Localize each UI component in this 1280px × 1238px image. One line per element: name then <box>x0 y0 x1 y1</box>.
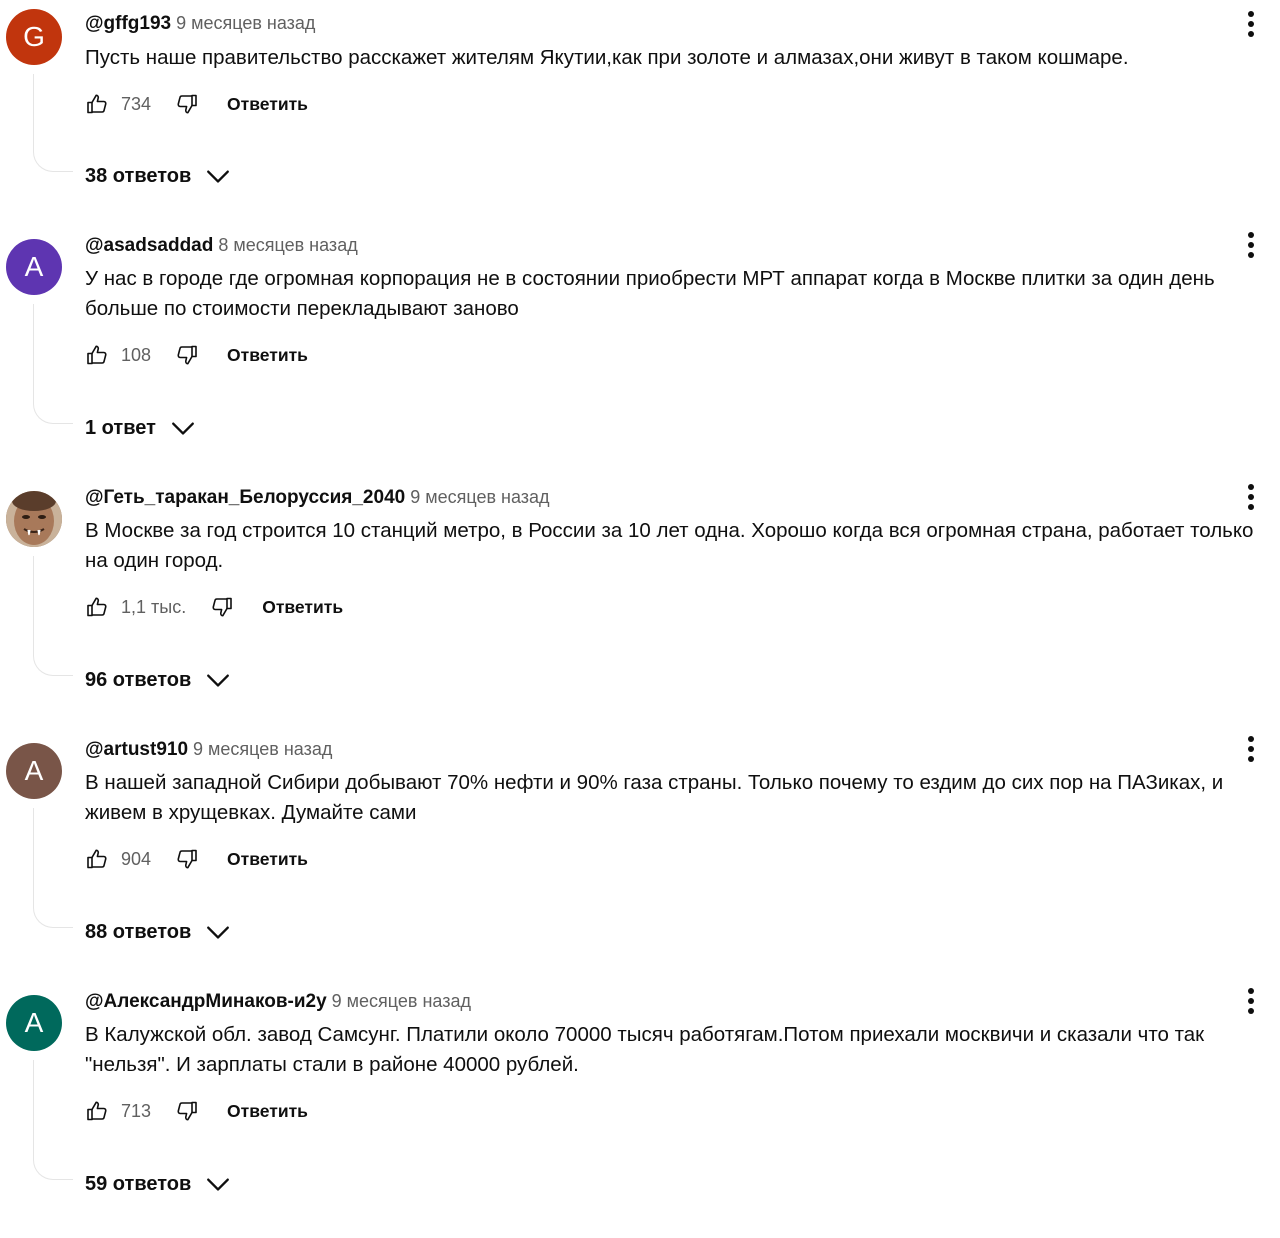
comment-author[interactable]: @Геть_таракан_Белоруссия_2040 <box>85 487 405 508</box>
like-icon[interactable] <box>85 343 109 367</box>
comment-author[interactable]: @asadsaddad <box>85 235 213 256</box>
comment-timestamp[interactable]: 9 месяцев назад <box>176 13 315 33</box>
comment-header: @asadsaddad 8 месяцев назад <box>85 233 358 258</box>
comment-text: В нашей западной Сибири добывают 70% неф… <box>85 771 1229 824</box>
more-options-icon[interactable] <box>1236 733 1268 765</box>
chevron-down-icon <box>207 674 230 687</box>
replies-count: 96 ответов <box>85 668 192 691</box>
thread-line <box>33 1060 73 1180</box>
comment-header: @Геть_таракан_Белоруссия_2040 9 месяцев н… <box>85 485 550 510</box>
chevron-down-icon <box>207 926 230 939</box>
view-replies-button[interactable]: 96 ответов <box>85 665 231 695</box>
like-icon[interactable] <box>85 1099 109 1123</box>
reply-button[interactable]: Ответить <box>262 597 343 618</box>
comment-author[interactable]: @artust910 <box>85 739 188 760</box>
like-icon[interactable] <box>85 847 109 871</box>
reply-button[interactable]: Ответить <box>227 345 308 366</box>
comment-timestamp[interactable]: 9 месяцев назад <box>193 739 332 759</box>
replies-count: 88 ответов <box>85 920 192 943</box>
like-count: 713 <box>121 1100 152 1121</box>
reply-button[interactable]: Ответить <box>227 1101 308 1122</box>
thread-line <box>33 74 73 172</box>
more-options-icon[interactable] <box>1236 985 1268 1017</box>
comment-author[interactable]: @АлександрМинаков-и2у <box>85 991 327 1012</box>
view-replies-button[interactable]: 59 ответов <box>85 1169 231 1199</box>
replies-count: 1 ответ <box>85 416 156 439</box>
like-count: 1,1 тыс. <box>121 596 187 617</box>
avatar-photo <box>6 491 62 547</box>
comment-thread: A @АлександрМинаков-и2у 9 месяцев назад В… <box>0 986 1280 1238</box>
avatar[interactable] <box>6 491 62 547</box>
thread-line <box>33 304 73 424</box>
thread-line <box>33 808 73 928</box>
avatar[interactable]: A <box>6 239 62 295</box>
dislike-icon[interactable] <box>175 847 199 871</box>
view-replies-button[interactable]: 88 ответов <box>85 917 231 947</box>
like-count: 734 <box>121 93 152 114</box>
comment-thread: A @asadsaddad 8 месяцев назад У нас в гор… <box>0 230 1280 482</box>
comment-actions: 108 Ответить <box>85 340 308 370</box>
like-icon[interactable] <box>85 595 109 619</box>
more-options-icon[interactable] <box>1236 8 1268 40</box>
more-options-icon[interactable] <box>1236 481 1268 513</box>
like-count: 108 <box>121 344 152 365</box>
comment-text: В Калужской обл. завод Самсунг. Платили … <box>85 1023 1210 1076</box>
thread-line <box>33 556 73 676</box>
dislike-icon[interactable] <box>175 92 199 116</box>
comment-thread: @Геть_таракан_Белоруссия_2040 9 месяцев н… <box>0 482 1280 734</box>
comment-actions: 713 Ответить <box>85 1096 308 1126</box>
comment-author[interactable]: @gffg193 <box>85 13 171 34</box>
chevron-down-icon <box>207 1178 230 1191</box>
replies-count: 38 ответов <box>85 164 192 187</box>
reply-button[interactable]: Ответить <box>227 849 308 870</box>
like-count: 904 <box>121 848 152 869</box>
more-options-icon[interactable] <box>1236 229 1268 261</box>
chevron-down-icon <box>171 422 194 435</box>
reply-button[interactable]: Ответить <box>227 94 308 115</box>
comment-timestamp[interactable]: 9 месяцев назад <box>332 991 471 1011</box>
dislike-icon[interactable] <box>175 343 199 367</box>
chevron-down-icon <box>207 170 230 183</box>
comment-text: У нас в городе где огромная корпорация н… <box>85 267 1221 320</box>
comment-timestamp[interactable]: 8 месяцев назад <box>218 235 357 255</box>
comment-header: @АлександрМинаков-и2у 9 месяцев назад <box>85 989 471 1014</box>
like-icon[interactable] <box>85 92 109 116</box>
avatar[interactable]: A <box>6 743 62 799</box>
avatar[interactable]: G <box>6 9 62 65</box>
avatar[interactable]: A <box>6 995 62 1051</box>
comment-text: В Москве за год строится 10 станций метр… <box>85 519 1260 572</box>
comment-header: @gffg193 9 месяцев назад <box>85 11 315 36</box>
comment-thread: G @gffg193 9 месяцев назад Пусть наше пра… <box>0 0 1280 252</box>
comment-actions: 734 Ответить <box>85 89 308 119</box>
view-replies-button[interactable]: 38 ответов <box>85 161 231 191</box>
view-replies-button[interactable]: 1 ответ <box>85 413 196 443</box>
replies-count: 59 ответов <box>85 1172 192 1195</box>
comment-text: Пусть наше правительство расскажет жител… <box>85 46 1129 69</box>
comment-thread: A @artust910 9 месяцев назад В нашей запа… <box>0 734 1280 986</box>
comment-header: @artust910 9 месяцев назад <box>85 737 332 762</box>
dislike-icon[interactable] <box>210 595 234 619</box>
comment-actions: 904 Ответить <box>85 844 308 874</box>
dislike-icon[interactable] <box>175 1099 199 1123</box>
comment-timestamp[interactable]: 9 месяцев назад <box>410 487 549 507</box>
comment-actions: 1,1 тыс. Ответить <box>85 592 343 622</box>
